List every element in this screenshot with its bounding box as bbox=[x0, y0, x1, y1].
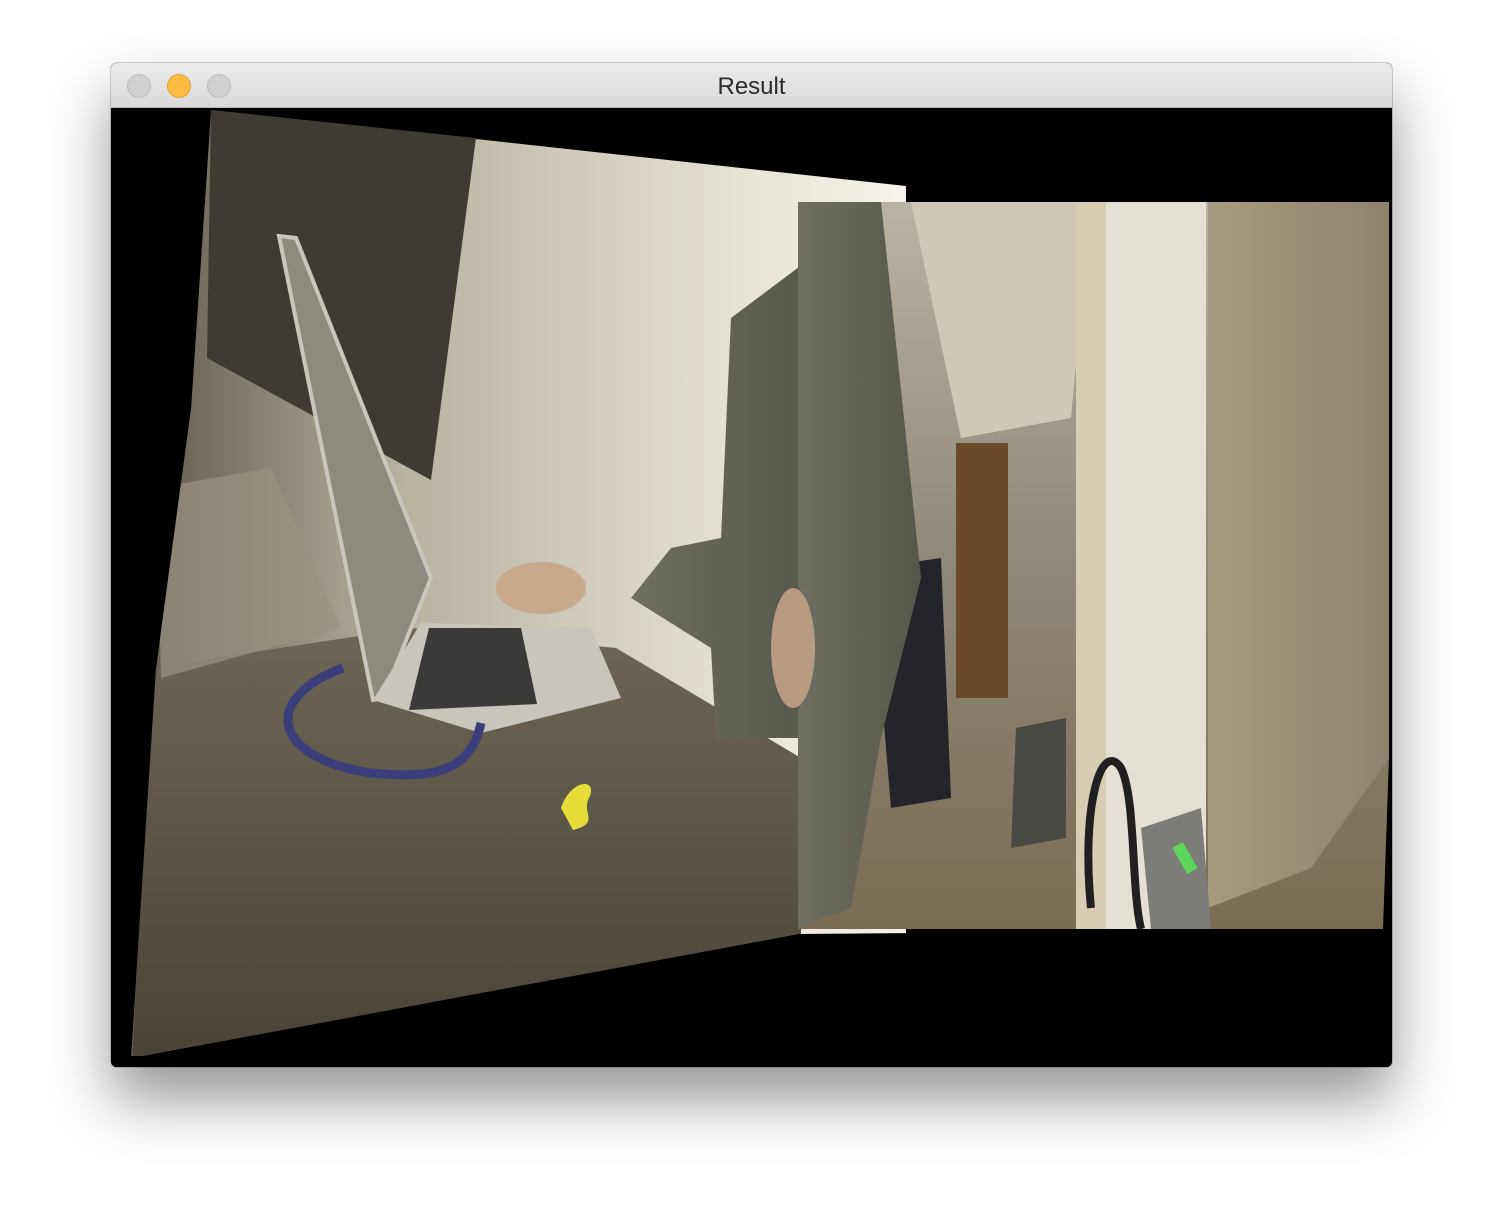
stitched-panorama-image bbox=[111, 108, 1392, 1067]
window-title: Result bbox=[717, 73, 786, 100]
result-window: Result bbox=[111, 63, 1392, 1067]
hand-right bbox=[771, 588, 815, 708]
door bbox=[956, 443, 1008, 698]
top-gap bbox=[906, 108, 1392, 202]
laptop-keyboard bbox=[409, 628, 537, 710]
image-canvas bbox=[111, 108, 1392, 1067]
floor-mat bbox=[1011, 718, 1066, 848]
power-strip bbox=[1141, 808, 1211, 929]
hand-left bbox=[496, 562, 586, 614]
title-bar[interactable]: Result bbox=[111, 63, 1392, 108]
